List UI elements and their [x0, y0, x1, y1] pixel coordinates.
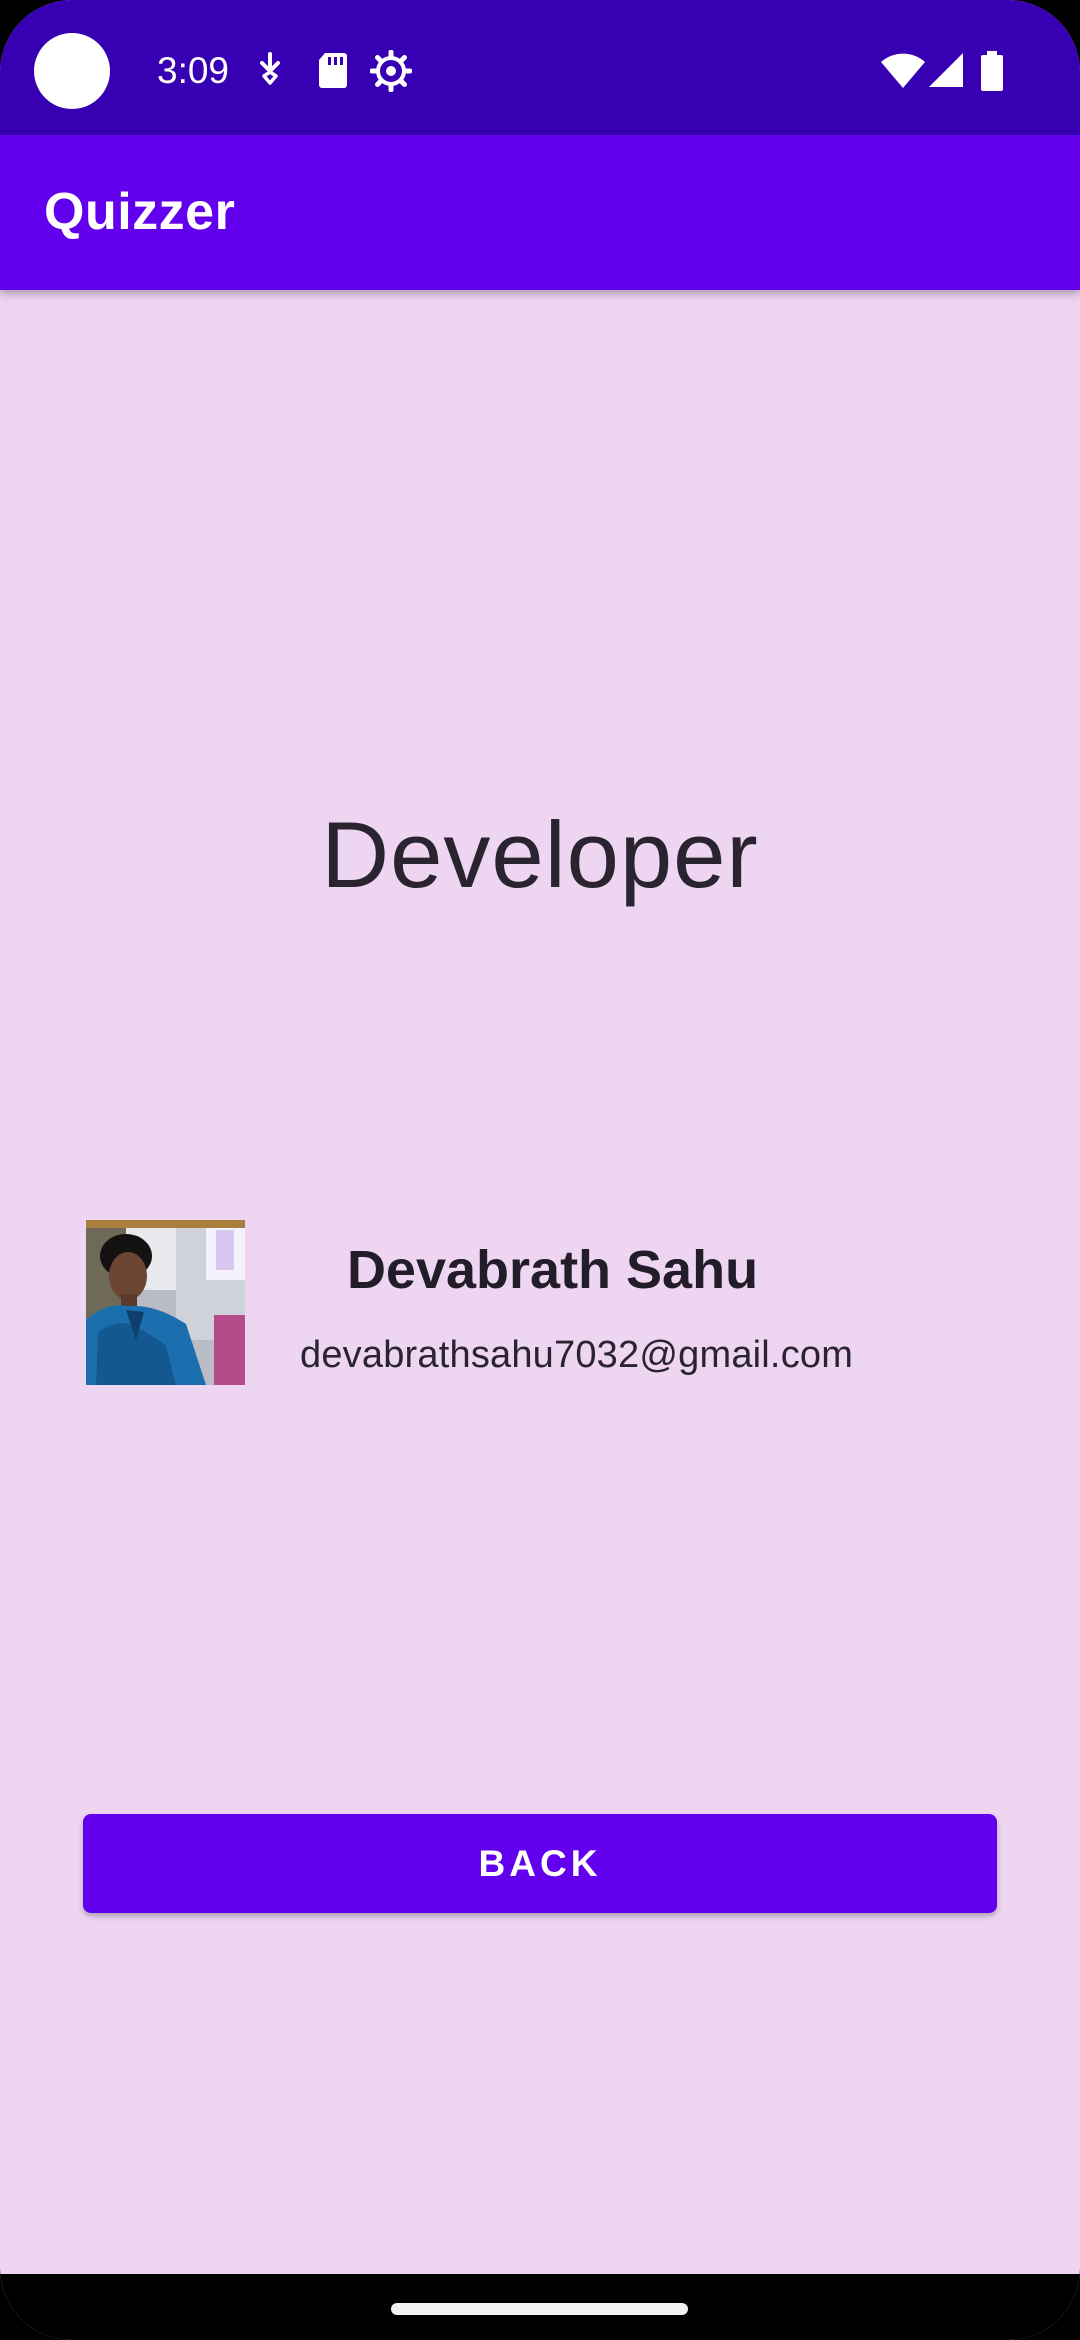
signal-icon	[929, 53, 963, 87]
developer-email[interactable]: devabrathsahu7032@gmail.com	[300, 1330, 895, 1380]
status-bar: 3:09	[0, 0, 1080, 135]
app-title: Quizzer	[44, 183, 236, 241]
back-button[interactable]: BACK	[83, 1814, 997, 1913]
battery-icon	[981, 51, 1003, 91]
developer-name: Devabrath Sahu	[346, 1240, 759, 1300]
app-bar: Quizzer	[0, 135, 1080, 290]
download-icon	[260, 52, 280, 85]
developer-screen: 3:09 Quizzer Developer Devabrath Sahu de…	[0, 0, 1080, 2340]
page-heading: Developer	[321, 802, 759, 907]
home-gesture-handle[interactable]	[391, 2303, 688, 2315]
navigation-bar	[0, 2274, 1080, 2340]
camera-cutout	[34, 33, 110, 109]
status-time: 3:09	[157, 50, 230, 91]
settings-gear-icon	[370, 50, 412, 92]
developer-avatar	[86, 1220, 245, 1385]
sd-card-icon	[319, 53, 347, 88]
wifi-icon	[881, 53, 925, 88]
